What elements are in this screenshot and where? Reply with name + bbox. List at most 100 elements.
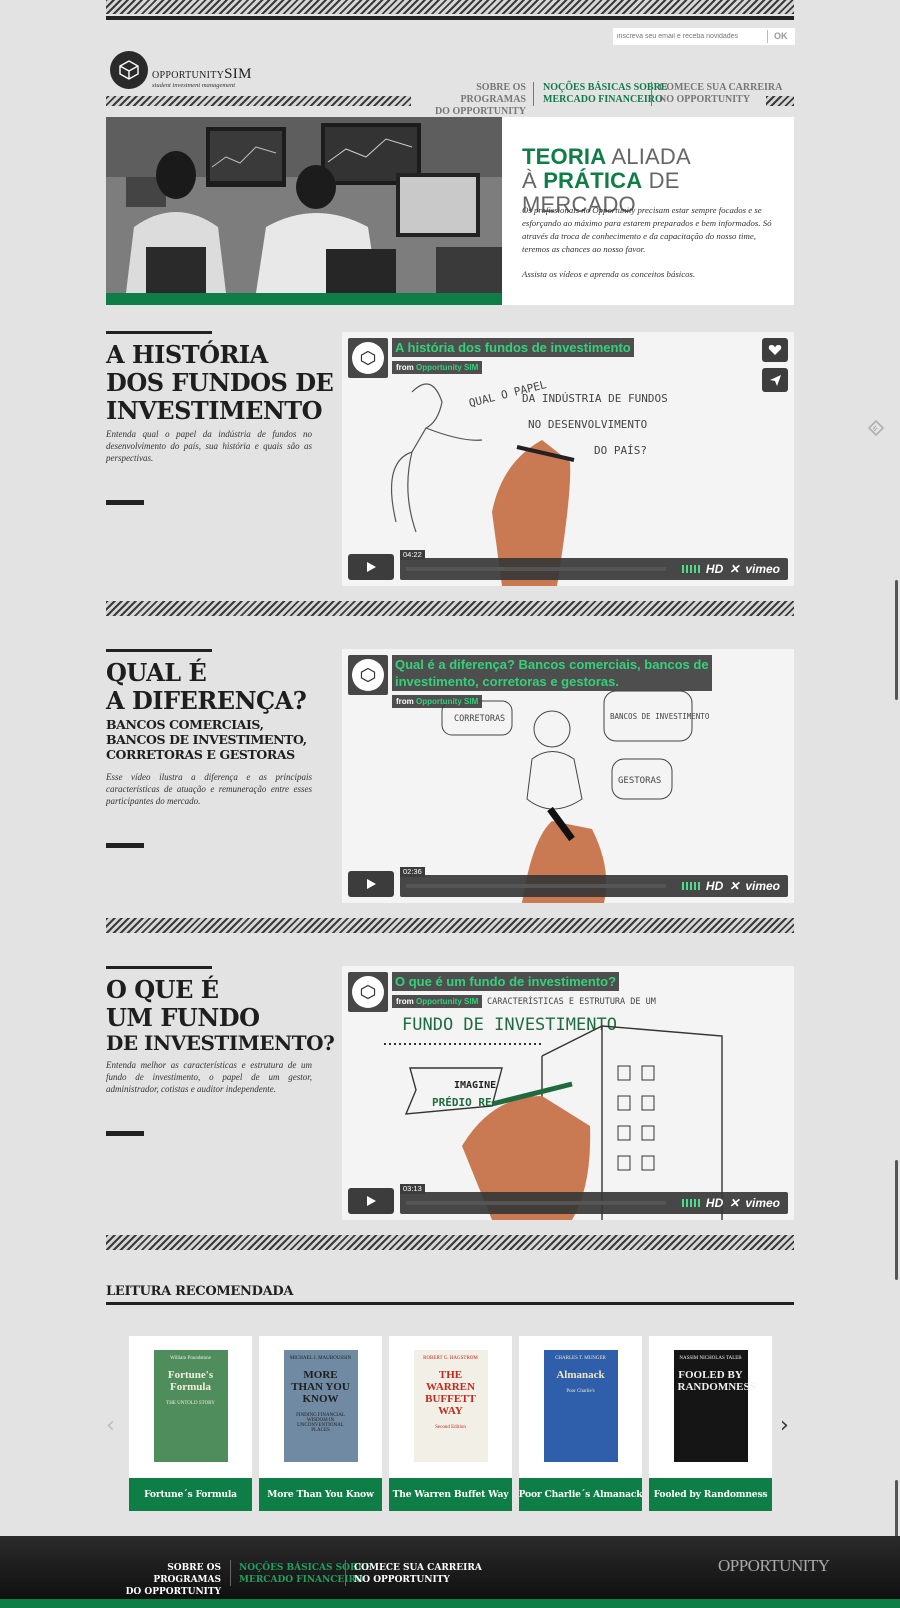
footer-nav-divider <box>230 1560 231 1586</box>
fullscreen-icon[interactable]: ✕ <box>729 562 739 576</box>
top-rule <box>106 16 794 20</box>
book-cover-author: ROBERT G. HAGSTROM <box>423 1356 478 1361</box>
like-button[interactable] <box>762 338 788 362</box>
newsletter-email-input[interactable] <box>613 29 767 44</box>
hd-toggle[interactable]: HD <box>706 1196 723 1210</box>
book-cover[interactable]: William Poundstone Fortune's Formula THE U… <box>153 1350 228 1462</box>
video-player[interactable]: CARACTERÍSTICAS E ESTRUTURA DE UM FUNDO … <box>342 966 794 1220</box>
book-card[interactable]: NASSIM NICHOLAS TALEB FOOLED BY RANDOMNES… <box>649 1336 772 1511</box>
section-subtitle: BANCOS COMERCIAIS, BANCOS DE INVESTIMENTO… <box>106 717 307 762</box>
book-title-label[interactable]: Poor Charlie´s Almanack <box>519 1478 643 1511</box>
book-title-label[interactable]: The Warren Buffet Way <box>389 1478 512 1511</box>
play-button[interactable] <box>348 554 394 580</box>
nav-divider <box>651 82 652 106</box>
book-cover-title: Fortune's Formula <box>167 1369 214 1393</box>
book-card[interactable]: William Poundstone Fortune's Formula THE U… <box>129 1336 252 1511</box>
book-cover[interactable]: NASSIM NICHOLAS TALEB FOOLED BY RANDOMNES… <box>673 1350 756 1462</box>
volume-icon[interactable] <box>681 565 700 573</box>
book-cover-subtitle: FINDING FINANCIAL WISDOM IN UNCONVENTION… <box>296 1413 345 1433</box>
board-text: DO PAÍS? <box>594 444 647 457</box>
video-progress-bar[interactable]: HD ✕ vimeo <box>400 875 788 897</box>
video-from-label[interactable]: from Opportunity SIM <box>392 361 483 374</box>
book-cover-title: FOOLED BY RANDOMNESS <box>677 1369 756 1393</box>
feedly-icon[interactable] <box>867 419 885 437</box>
book-cover-author: CHARLES T. MUNGER <box>555 1356 606 1361</box>
book-cover-title: Almanack <box>556 1369 605 1381</box>
site-logo[interactable]: OPPORTUNITYSIM student investment manage… <box>110 48 270 92</box>
video-from-label[interactable]: from Opportunity SIM <box>392 695 483 708</box>
book-title-label[interactable]: More Than You Know <box>259 1478 382 1511</box>
footer-nav-comece-carreira[interactable]: COMECE SUA CARREIRA NO OPPORTUNITY <box>354 1562 482 1586</box>
hd-toggle[interactable]: HD <box>706 562 723 576</box>
reading-rule <box>106 1302 794 1305</box>
nav-item-comece-carreira[interactable]: COMECE SUA CARREIRA NO OPPORTUNITY <box>659 82 782 106</box>
nav-item-nocoes-basicas[interactable]: NOÇÕES BÁSICAS SOBRE MERCADO FINANCEIRO <box>543 82 667 106</box>
book-cover[interactable]: ROBERT G. HAGSTROM THE WARREN BUFFETT WAY… <box>413 1350 488 1462</box>
book-cover[interactable]: MICHAEL J. MAUBOUSSIN MORE THAN YOU KNOW F… <box>283 1350 358 1462</box>
book-cover[interactable]: CHARLES T. MUNGER Almanack Poor Charlie's <box>543 1350 618 1462</box>
hero-description: Os profissionais no Opportunity precisam… <box>522 205 772 254</box>
video-title[interactable]: A história dos fundos de investimento <box>392 338 634 357</box>
logo-cube-icon <box>110 51 148 89</box>
nav-hatch-left <box>106 96 411 106</box>
video-progress-bar[interactable]: HD ✕ vimeo <box>400 558 788 580</box>
video-player[interactable]: QUAL O PAPEL DA INDÚSTRIA DE FUNDOS NO D… <box>342 332 794 586</box>
board-text: GESTORAS <box>618 776 661 786</box>
channel-avatar[interactable] <box>348 655 388 695</box>
book-cover-title: MORE THAN YOU KNOW <box>291 1369 350 1405</box>
book-title-label[interactable]: Fortune´s Formula <box>129 1478 252 1511</box>
volume-icon[interactable] <box>681 882 700 890</box>
board-text: IMAGINE <box>454 1080 496 1091</box>
vimeo-logo[interactable]: vimeo <box>745 1196 780 1210</box>
hd-toggle[interactable]: HD <box>706 879 723 893</box>
channel-avatar[interactable] <box>348 972 388 1012</box>
hero-green-bar <box>106 293 502 305</box>
vimeo-logo[interactable]: vimeo <box>745 562 780 576</box>
video-header: O que é um fundo de investimento? from O… <box>348 972 620 1012</box>
newsletter-ok-button[interactable]: OK <box>767 30 794 43</box>
book-title-label[interactable]: Fooled by Randomness <box>649 1478 772 1511</box>
board-text: DA INDÚSTRIA DE FUNDOS <box>522 392 668 405</box>
video-player[interactable]: CORRETORAS BANCOS DE INVESTIMENTO GESTOR… <box>342 649 794 903</box>
section-title: QUAL ÉA DIFERENÇA? <box>106 658 307 715</box>
book-card[interactable]: ROBERT G. HAGSTROM THE WARREN BUFFETT WAY… <box>389 1336 512 1511</box>
video-header: Qual é a diferença? Bancos comerciais, b… <box>348 655 712 709</box>
section-top-rule <box>106 966 212 969</box>
nav-divider <box>533 82 534 106</box>
video-title[interactable]: Qual é a diferença? Bancos comerciais, b… <box>392 655 712 691</box>
board-text: FUNDO DE INVESTIMENTO <box>402 1015 617 1035</box>
logo-name: OPPORTUNITYSIM <box>152 65 252 82</box>
video-progress-bar[interactable]: HD ✕ vimeo <box>400 1192 788 1214</box>
section-top-rule <box>106 331 212 334</box>
video-from-label[interactable]: from Opportunity SIM <box>392 995 483 1008</box>
video-duration: 02:36 <box>400 867 425 877</box>
hero-call-to-action: Assista os vídeos e aprenda os conceitos… <box>522 269 696 279</box>
vimeo-logo[interactable]: vimeo <box>745 879 780 893</box>
video-header: A história dos fundos de investimento fr… <box>348 338 634 378</box>
book-card[interactable]: CHARLES T. MUNGER Almanack Poor Charlie's P… <box>519 1336 643 1511</box>
video-title[interactable]: O que é um fundo de investimento? <box>392 972 620 991</box>
footer-logo[interactable]: OPPORTUNITY <box>718 1556 830 1576</box>
footer-green-bar <box>0 1599 900 1608</box>
page-scrollbar[interactable] <box>893 0 900 1608</box>
carousel-next-arrow[interactable]: › <box>780 1413 789 1438</box>
video-duration: 03:13 <box>400 1184 425 1194</box>
play-button[interactable] <box>348 871 394 897</box>
board-text: CORRETORAS <box>454 714 505 724</box>
book-card[interactable]: MICHAEL J. MAUBOUSSIN MORE THAN YOU KNOW F… <box>259 1336 382 1511</box>
video-controls: HD ✕ vimeo 04:22 <box>348 550 788 580</box>
fullscreen-icon[interactable]: ✕ <box>729 1196 739 1210</box>
footer-nav-sobre-programas[interactable]: SOBRE OS PROGRAMAS DO OPPORTUNITY <box>118 1562 221 1598</box>
carousel-prev-arrow[interactable]: ‹ <box>106 1413 115 1438</box>
newsletter-form: OK <box>613 28 795 45</box>
volume-icon[interactable] <box>681 1199 700 1207</box>
play-button[interactable] <box>348 1188 394 1214</box>
section-description: Entenda qual o papel da indústria de fun… <box>106 429 312 463</box>
footer-nav-nocoes-basicas[interactable]: NOÇÕES BÁSICAS SOBRE MERCADO FINANCEIRO <box>239 1562 372 1586</box>
video-controls: HD ✕ vimeo 02:36 <box>348 867 788 897</box>
channel-avatar[interactable] <box>348 338 388 378</box>
nav-item-sobre-programas[interactable]: SOBRE OS PROGRAMAS DO OPPORTUNITY <box>434 82 526 118</box>
fullscreen-icon[interactable]: ✕ <box>729 879 739 893</box>
share-button[interactable] <box>762 368 788 392</box>
section-title: O QUE É UM FUNDO DE INVESTIMENTO? <box>106 975 335 1055</box>
